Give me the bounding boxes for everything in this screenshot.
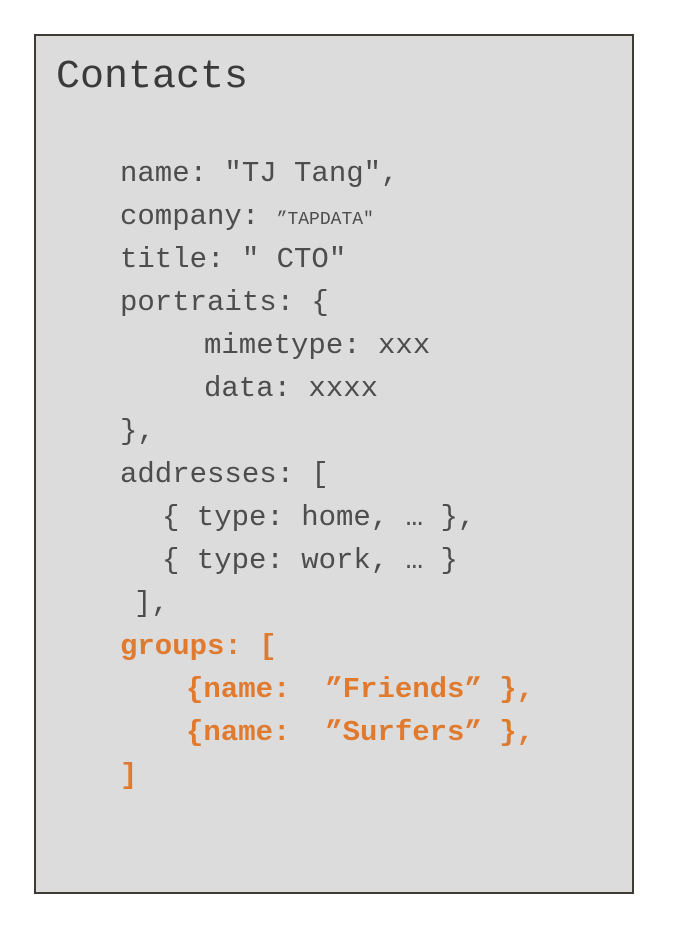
- group-friends: {name: ”Friends” },: [186, 673, 535, 706]
- field-company-value: ”TAPDATA": [276, 210, 374, 230]
- field-company: company: ”TAPDATA": [120, 199, 374, 238]
- field-addresses-open: addresses: [: [120, 458, 329, 491]
- field-company-key: company:: [120, 200, 277, 233]
- field-addresses-close: ],: [134, 587, 169, 620]
- group-surfers: {name: ”Surfers” },: [186, 716, 535, 749]
- field-groups-open: groups: [: [120, 630, 277, 663]
- address-work: { type: work, … }: [162, 544, 458, 577]
- field-groups-close: ]: [120, 759, 138, 792]
- document-title: Contacts: [56, 55, 249, 100]
- field-portraits-data: data: xxxx: [204, 372, 379, 405]
- field-title: title: " CTO": [120, 243, 347, 276]
- field-name: name: "TJ Tang",: [120, 157, 399, 190]
- field-portraits-open: portraits: {: [120, 286, 329, 319]
- address-home: { type: home, … },: [162, 501, 476, 534]
- field-portraits-mimetype: mimetype: xxx: [204, 329, 431, 362]
- contacts-document-card: Contacts name: "TJ Tang", company: ”TAPD…: [34, 34, 634, 894]
- field-portraits-close: },: [120, 415, 155, 448]
